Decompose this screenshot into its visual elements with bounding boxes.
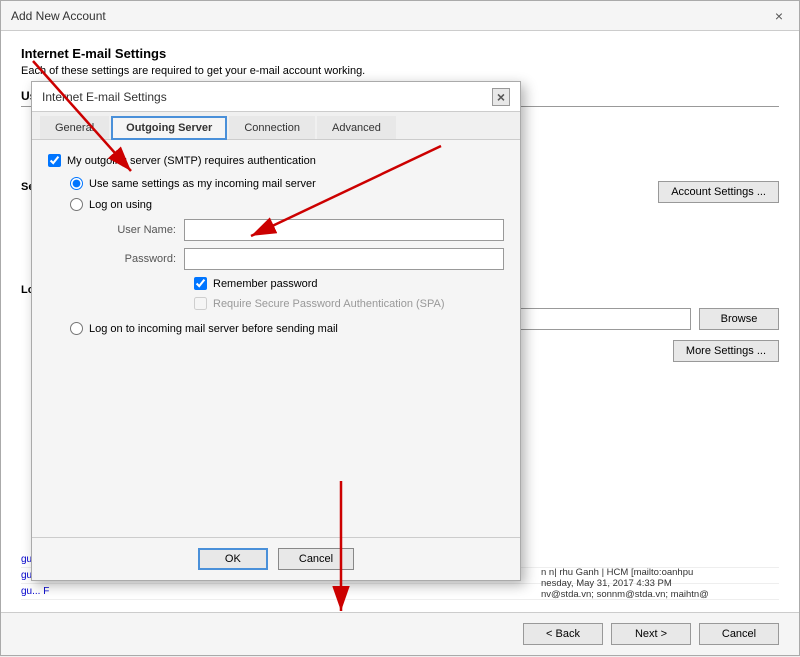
password-row: Password: [94,248,504,270]
tab-advanced[interactable]: Advanced [317,116,396,139]
require-spa-label: Require Secure Password Authentication (… [213,298,445,310]
internet-email-subtext: Each of these settings are required to g… [21,65,779,77]
main-bottom-bar: < Back Next > Cancel [1,612,799,655]
dialog-title: Internet E-mail Settings [42,90,167,104]
remember-password-label: Remember password [213,278,318,290]
require-spa-checkbox[interactable] [194,297,207,310]
back-button[interactable]: < Back [523,623,603,645]
next-button[interactable]: Next > [611,623,691,645]
ok-button[interactable]: OK [198,548,268,570]
radio-row-1: Use same settings as my incoming mail se… [70,177,504,190]
radio-same-settings-label: Use same settings as my incoming mail se… [89,178,316,190]
dialog-tab-bar: General Outgoing Server Connection Advan… [32,112,520,140]
main-titlebar: Add New Account × [1,1,799,31]
radio-logon-incoming-label: Log on to incoming mail server before se… [89,323,338,335]
username-input[interactable] [184,219,504,241]
remember-password-checkbox[interactable] [194,277,207,290]
smtp-auth-label: My outgoing server (SMTP) requires authe… [67,155,316,167]
radio-same-settings[interactable] [70,177,83,190]
radio-logon-using-label: Log on using [89,199,152,211]
tab-connection[interactable]: Connection [229,116,315,139]
internet-email-heading: Internet E-mail Settings [21,46,779,61]
tab-outgoing-server[interactable]: Outgoing Server [111,116,227,140]
tab-general[interactable]: General [40,116,109,139]
main-close-button[interactable]: × [769,6,789,26]
main-window-title: Add New Account [11,9,106,23]
radio-row-3: Log on to incoming mail server before se… [70,322,504,335]
require-spa-row: Require Secure Password Authentication (… [194,297,504,310]
smtp-auth-row: My outgoing server (SMTP) requires authe… [48,154,504,167]
smtp-auth-checkbox[interactable] [48,154,61,167]
password-label: Password: [94,253,184,265]
email-settings-dialog: Internet E-mail Settings × General Outgo… [31,81,521,581]
password-input[interactable] [184,248,504,270]
account-settings-button[interactable]: Account Settings ... [658,181,779,203]
logon-fields: User Name: Password: Remember password R… [94,219,504,310]
main-window: Add New Account × Internet E-mail Settin… [0,0,800,656]
browse-button[interactable]: Browse [699,308,779,330]
cancel-button-dialog[interactable]: Cancel [278,548,354,570]
username-row: User Name: [94,219,504,241]
email-footer-content: n n| rhu Ganh | HCM [mailto:oanhpu nesda… [541,567,779,600]
dialog-body: My outgoing server (SMTP) requires authe… [32,140,520,537]
radio-row-2: Log on using [70,198,504,211]
dialog-footer: OK Cancel [32,537,520,580]
radio-group: Use same settings as my incoming mail se… [70,177,504,335]
dialog-close-button[interactable]: × [492,88,510,106]
radio-logon-using[interactable] [70,198,83,211]
cancel-button-main[interactable]: Cancel [699,623,779,645]
more-settings-button[interactable]: More Settings ... [673,340,779,362]
radio-logon-incoming[interactable] [70,322,83,335]
remember-password-row: Remember password [194,277,504,290]
username-label: User Name: [94,224,184,236]
dialog-titlebar: Internet E-mail Settings × [32,82,520,112]
